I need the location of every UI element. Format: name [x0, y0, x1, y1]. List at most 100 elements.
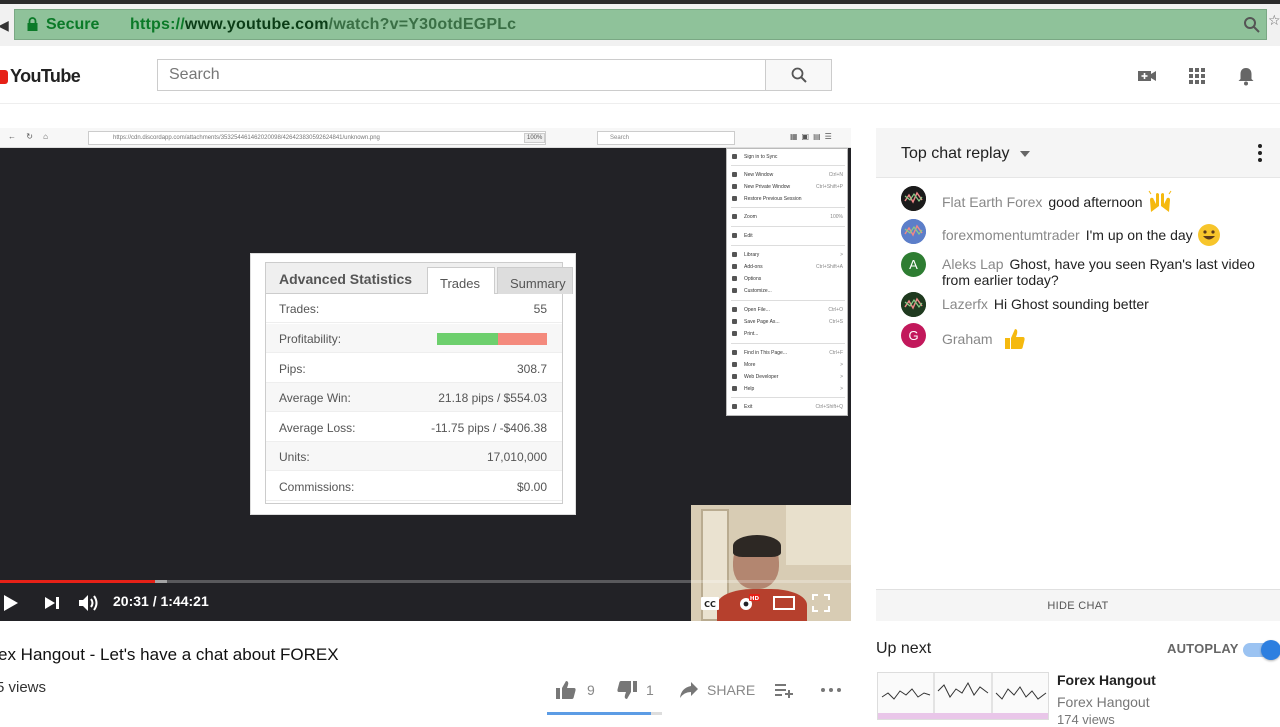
menu-item-icon: [732, 362, 737, 367]
hide-chat-button[interactable]: HIDE CHAT: [876, 589, 1280, 621]
thumbs-down-icon: [617, 681, 637, 699]
menu-item-icon: [732, 264, 737, 269]
shared-screen-toolbar-icons: ▦▣▤☰: [790, 132, 836, 141]
menu-item-icon: [732, 288, 737, 293]
url-scheme: https://: [130, 16, 185, 33]
thumbs-up-emoji-icon: [1003, 327, 1027, 354]
like-ratio-fill: [547, 712, 651, 715]
dislike-button[interactable]: 1: [616, 679, 654, 701]
shared-screen-browser-bar: ← ↻ ⌂ https://cdn.discordapp.com/attachm…: [0, 128, 851, 148]
apps-grid-icon[interactable]: [1187, 66, 1207, 86]
menu-divider: [731, 207, 845, 208]
chat-author[interactable]: Graham: [942, 331, 993, 347]
up-next-video-title[interactable]: Forex Hangout: [1057, 672, 1156, 688]
statistics-row: Pips: 308.7: [266, 354, 562, 383]
menu-divider: [731, 397, 845, 398]
advanced-statistics-panel: Advanced Statistics Trades Summary Trade…: [250, 253, 576, 515]
smiley-emoji-icon: [1197, 223, 1221, 250]
search-box: [157, 59, 766, 91]
avatar[interactable]: [901, 186, 926, 211]
add-to-playlist-button[interactable]: [774, 679, 794, 701]
like-dislike-bar: [547, 712, 662, 715]
webcam-doorframe: [786, 505, 851, 565]
menu-item-icon: [732, 319, 737, 324]
shared-screen-search: Search: [597, 131, 735, 145]
menu-item-icon: [732, 386, 737, 391]
chat-author[interactable]: Flat Earth Forex: [942, 194, 1042, 210]
chat-author[interactable]: Lazerfx: [942, 296, 988, 312]
chat-mode-dropdown[interactable]: Top chat replay: [901, 145, 1010, 163]
bookmark-star-icon[interactable]: ☆: [1268, 12, 1280, 29]
search-button[interactable]: [765, 59, 832, 91]
progress-bar[interactable]: [0, 580, 851, 583]
chat-message-body: Aleks Lap Ghost, have you seen Ryan's las…: [942, 256, 1268, 288]
youtube-logo[interactable]: YouTube: [0, 66, 81, 87]
fullscreen-icon[interactable]: [812, 593, 830, 613]
search-input[interactable]: [158, 60, 765, 90]
video-player[interactable]: ← ↻ ⌂ https://cdn.discordapp.com/attachm…: [0, 128, 851, 621]
menu-item-icon: [732, 196, 737, 201]
avatar[interactable]: [901, 219, 926, 244]
up-next-thumbnail[interactable]: [877, 672, 1049, 720]
avatar-image-icon: [901, 186, 926, 211]
play-icon[interactable]: [4, 593, 18, 613]
menu-item-icon: [732, 214, 737, 219]
advanced-statistics-box: Advanced Statistics Trades Summary Trade…: [265, 262, 573, 504]
more-actions-button[interactable]: [820, 679, 842, 701]
url-text[interactable]: https://www.youtube.com/watch?v=Y30otdEG…: [130, 16, 516, 34]
shared-screen-menu-item: Edit: [744, 233, 753, 239]
avatar[interactable]: G: [901, 323, 926, 348]
volume-icon[interactable]: [78, 593, 100, 613]
next-video-icon[interactable]: [44, 593, 60, 613]
chat-author[interactable]: Aleks Lap: [942, 256, 1003, 272]
chat-text: Hi Ghost sounding better: [993, 296, 1149, 312]
shared-screen-menu-item: Find in This Page...: [744, 350, 787, 356]
statistics-row: Average Loss: -11.75 pips / -$406.38: [266, 413, 562, 442]
shared-screen-menu-shortcut: Ctrl+N: [828, 172, 843, 178]
shared-screen-menu-shortcut: Ctrl+O: [828, 307, 843, 313]
avatar[interactable]: [901, 292, 926, 317]
shared-screen-menu-item: Customize...: [744, 288, 772, 294]
statistics-row-label: Units:: [279, 450, 310, 464]
upload-video-camera-icon[interactable]: [1137, 66, 1157, 86]
shared-screen-menu-item: New Private Window: [744, 184, 791, 190]
theater-mode-icon[interactable]: [773, 593, 795, 613]
window-edge: [0, 0, 1280, 4]
shared-screen-menu-item: Library: [744, 252, 760, 258]
chevron-down-icon[interactable]: [1020, 151, 1030, 157]
statistics-row: Trades: 55: [266, 294, 562, 323]
chat-text: good afternoon: [1048, 194, 1143, 211]
magnifier-icon[interactable]: [1243, 16, 1261, 34]
chat-message-body: Lazerfx Hi Ghost sounding better: [942, 296, 1268, 312]
statistics-tab-summary: Summary: [497, 267, 573, 294]
up-next-label: Up next: [876, 640, 932, 657]
statistics-row-label: Pips:: [279, 362, 306, 376]
back-arrow-icon[interactable]: ◀: [0, 17, 9, 34]
menu-item-icon: [732, 307, 737, 312]
chat-header: Top chat replay: [876, 128, 1280, 178]
settings-gear-icon[interactable]: HD: [736, 593, 760, 613]
shared-screen-menu-item: Save Page As...: [744, 319, 780, 325]
shared-screen-url: https://cdn.discordapp.com/attachments/3…: [88, 131, 546, 145]
shared-screen-menu-shortcut: Ctrl+Shift+P: [816, 184, 843, 190]
menu-item-icon: [732, 404, 737, 409]
chat-author[interactable]: forexmomentumtrader: [942, 227, 1080, 243]
statistics-row-label: Trades:: [279, 302, 320, 316]
captions-icon[interactable]: CC: [700, 593, 720, 613]
address-bar[interactable]: Secure https://www.youtube.com/watch?v=Y…: [14, 9, 1267, 40]
shared-screen-menu-shortcut: >: [840, 362, 843, 368]
autoplay-label: AUTOPLAY: [1167, 641, 1239, 656]
shared-screen-menu-item: More: [744, 362, 756, 368]
share-button[interactable]: SHARE: [679, 679, 755, 701]
shared-screen-menu-shortcut: >: [840, 252, 843, 258]
notifications-bell-icon[interactable]: [1236, 66, 1256, 86]
live-chat-panel: Top chat replay Flat Earth Forex good aft…: [876, 128, 1280, 621]
like-button[interactable]: 9: [555, 679, 595, 701]
shared-screen-menu-shortcut: Ctrl+Shift+Q: [815, 404, 843, 410]
shared-screen-menu-shortcut: >: [840, 386, 843, 392]
autoplay-toggle[interactable]: [1243, 640, 1280, 660]
statistics-row-label: Average Loss:: [279, 421, 356, 435]
avatar[interactable]: A: [901, 252, 926, 277]
more-vertical-icon[interactable]: [1258, 144, 1262, 162]
dislike-count: 1: [646, 682, 654, 698]
